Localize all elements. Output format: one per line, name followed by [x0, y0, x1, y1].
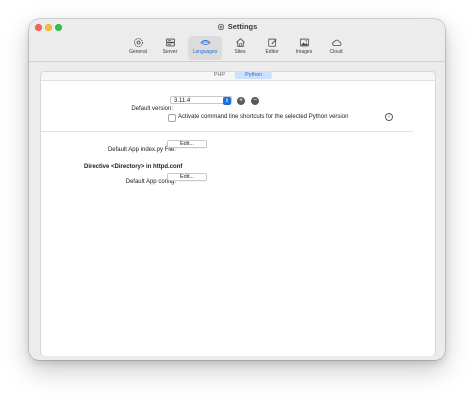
python-version-select[interactable]: 3.11.4 ⇕: [170, 96, 232, 105]
toolbar-label: Images: [295, 49, 313, 55]
toolbar-label: Sites: [234, 49, 246, 55]
section-divider: [39, 131, 413, 132]
gear-icon: [217, 23, 224, 30]
toolbar-label: Cloud: [329, 49, 343, 55]
toolbar-item-server[interactable]: Server: [156, 36, 184, 60]
minus-icon: −: [252, 97, 258, 104]
language-tabs: PHP Python: [204, 71, 273, 79]
editor-icon: [267, 38, 277, 47]
toolbar-item-cloud[interactable]: Cloud: [322, 36, 350, 60]
window-title-bar: Settings: [29, 22, 445, 31]
edit-index-file-button[interactable]: Edit...: [167, 140, 207, 148]
info-icon[interactable]: i: [385, 113, 393, 121]
shortcuts-label: Activate command line shortcuts for the …: [178, 114, 349, 120]
shortcuts-checkbox[interactable]: [168, 114, 176, 122]
server-icon: [165, 38, 175, 47]
default-app-file-label: Default App index.py File:: [107, 147, 176, 153]
python-version-value: 3.11.4: [174, 98, 191, 104]
languages-icon: [199, 40, 211, 45]
plus-icon: +: [238, 97, 244, 104]
toolbar-divider: [29, 61, 445, 62]
cloud-icon: [331, 39, 341, 46]
toolbar-item-editor[interactable]: Editor: [258, 36, 286, 60]
default-version-label: Default version:: [131, 106, 173, 112]
gear-icon: [133, 38, 143, 47]
directive-heading: Directive <Directory> in httpd.conf: [84, 164, 183, 170]
toolbar-label: Editor: [265, 49, 279, 55]
python-settings-panel: Default version: Default App index.py Fi…: [41, 80, 435, 356]
preferences-toolbar: General Server Languages Sites Editor Im…: [29, 34, 445, 74]
tab-python[interactable]: Python: [235, 71, 273, 79]
chevron-updown-icon: ⇕: [223, 97, 231, 105]
remove-version-button[interactable]: −: [251, 97, 259, 105]
toolbar-item-general[interactable]: General: [124, 36, 152, 60]
toolbar-item-languages[interactable]: Languages: [188, 36, 222, 60]
house-icon: [235, 38, 245, 47]
window-title: Settings: [227, 22, 258, 31]
toolbar-item-images[interactable]: Images: [290, 36, 318, 60]
tab-php[interactable]: PHP: [204, 71, 235, 79]
toolbar-label: Server: [162, 49, 178, 55]
toolbar-label: General: [129, 49, 147, 55]
toolbar-label: Languages: [192, 49, 218, 55]
default-app-config-label: Default App config:: [125, 179, 176, 185]
settings-window: Settings General Server Languages Sites …: [29, 19, 445, 360]
toolbar-item-sites[interactable]: Sites: [226, 36, 254, 60]
edit-app-config-button[interactable]: Edit...: [167, 173, 207, 181]
image-icon: [299, 38, 309, 47]
add-version-button[interactable]: +: [237, 97, 245, 105]
